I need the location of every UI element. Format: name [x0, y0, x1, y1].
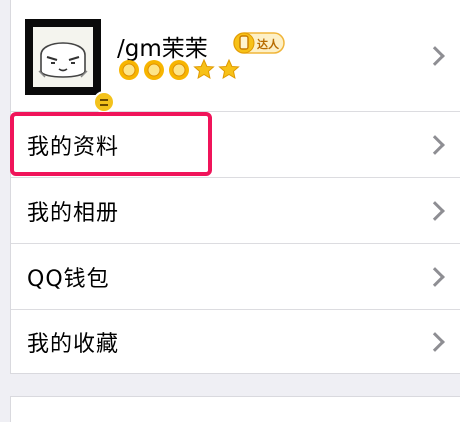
- menu-item-label: 我的收藏: [27, 332, 120, 357]
- chevron-right-icon: [425, 332, 445, 352]
- menu-item-qq-wallet[interactable]: QQ钱包: [11, 244, 460, 310]
- chevron-right-icon: [425, 266, 445, 287]
- chevron-right-icon: [425, 200, 445, 221]
- next-section-card: [10, 396, 460, 422]
- level-icons: [119, 58, 240, 80]
- menu-item-label: QQ钱包: [27, 266, 110, 292]
- settings-card: /gm茉茉 达人 我的资料 我的相册 QQ钱包 我的收藏: [10, 0, 460, 374]
- highlight-box: [10, 112, 212, 176]
- menu-item-label: 我的相册: [27, 200, 120, 226]
- avatar-image: [33, 27, 93, 87]
- menu-item-my-album[interactable]: 我的相册: [11, 178, 460, 244]
- star-icon: [218, 58, 240, 80]
- cartoon-face-icon: [38, 42, 88, 78]
- qq-level: [118, 58, 248, 82]
- profile-row[interactable]: /gm茉茉 达人: [11, 0, 460, 113]
- sun-icon: [119, 60, 139, 80]
- avatar[interactable]: [25, 19, 115, 113]
- chevron-right-icon: [425, 45, 445, 66]
- profile-screen: /gm茉茉 达人 我的资料 我的相册 QQ钱包 我的收藏: [0, 0, 460, 422]
- star-icon: [193, 58, 215, 80]
- talent-label: 达人: [257, 38, 279, 51]
- menu-item-my-favorites[interactable]: 我的收藏: [11, 310, 460, 374]
- sun-icon: [169, 60, 189, 80]
- talent-badge: 达人: [233, 31, 285, 55]
- chevron-right-icon: [425, 134, 445, 155]
- sun-icon: [144, 60, 164, 80]
- crown-badge-icon: [93, 91, 115, 113]
